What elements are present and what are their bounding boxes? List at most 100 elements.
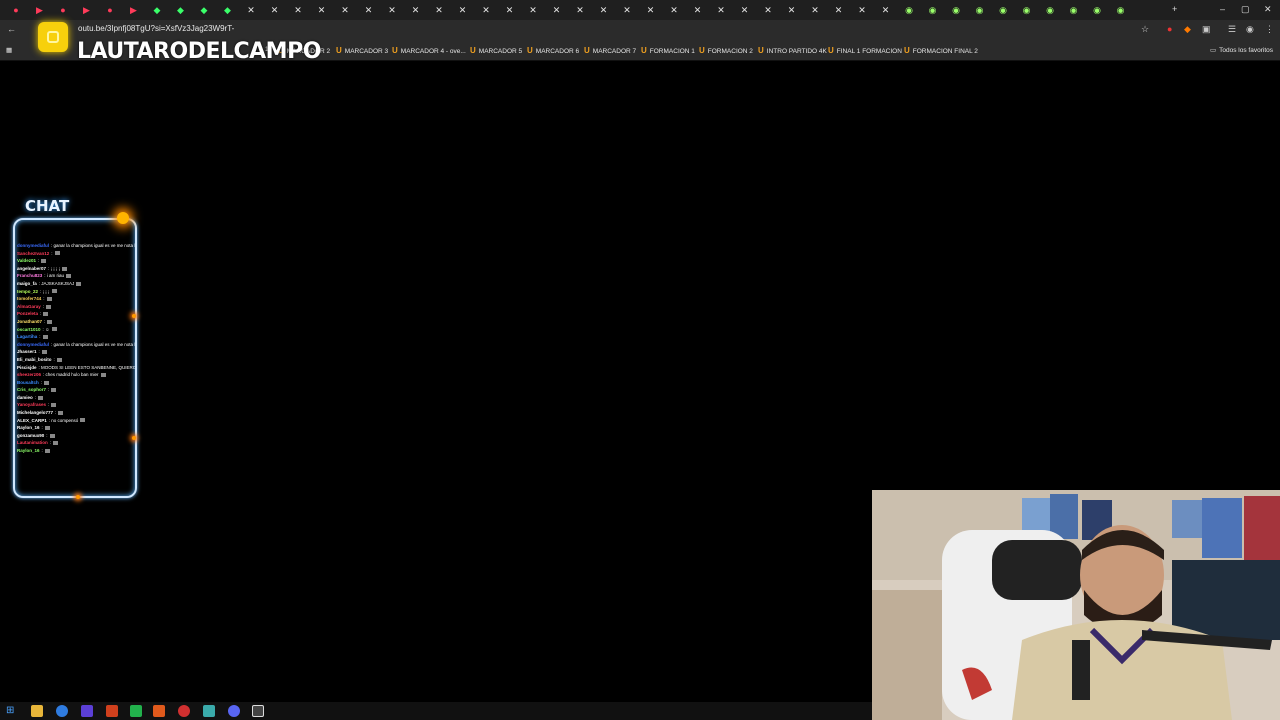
all-bookmarks-link[interactable]: ▭ Todos los favoritos <box>1210 46 1273 54</box>
tab-favicon[interactable]: ✕ <box>433 4 445 16</box>
new-tab-button[interactable]: + <box>1172 4 1177 14</box>
bookmark-item[interactable]: U INTRO PARTIDO 4K <box>758 46 827 55</box>
bookmark-item[interactable]: U MARCADOR 4 - ove... <box>392 46 466 55</box>
tab-favicon[interactable]: ◉ <box>950 4 962 16</box>
tab-favicon[interactable]: ◆ <box>175 4 187 16</box>
app-icon-4[interactable] <box>153 705 165 717</box>
tab-favicon[interactable]: ✕ <box>245 4 257 16</box>
tab-favicon[interactable]: ✕ <box>316 4 328 16</box>
bookmark-item[interactable]: U MARCADOR 6 <box>527 46 579 55</box>
chat-message: Franchu823: i am riau <box>17 272 135 280</box>
tab-favicon[interactable]: ◉ <box>903 4 915 16</box>
tab-favicon[interactable]: ✕ <box>574 4 586 16</box>
chat-message: Lagartiha: <box>17 333 135 341</box>
app-icon-6[interactable] <box>203 705 215 717</box>
all-bookmarks-label: Todos los favoritos <box>1219 47 1273 54</box>
tab-favicon[interactable]: ✕ <box>715 4 727 16</box>
tab-favicon[interactable]: ◉ <box>1021 4 1033 16</box>
url-field[interactable]: outu.be/3Ipnfj08TgU?si=XsfVz3Jag23W9rT- <box>78 24 234 33</box>
more-menu-icon[interactable]: ⋮ <box>1265 24 1274 35</box>
app-icon-3[interactable] <box>130 705 142 717</box>
tab-favicon[interactable]: ✕ <box>880 4 892 16</box>
app-icon-5[interactable] <box>178 705 190 717</box>
taskbar: ⊞ <box>0 702 872 720</box>
tab-favicon[interactable]: ✕ <box>621 4 633 16</box>
obs-icon[interactable] <box>252 705 264 717</box>
chat-message: Valdez01: <box>17 257 135 265</box>
start-icon[interactable]: ⊞ <box>6 705 18 717</box>
tab-favicon[interactable]: ✕ <box>504 4 516 16</box>
tab-favicon[interactable]: ◆ <box>222 4 234 16</box>
tab-favicon[interactable]: ✕ <box>739 4 751 16</box>
tab-favicon[interactable]: ✕ <box>668 4 680 16</box>
bookmark-label: INTRO PARTIDO 4K <box>766 48 827 55</box>
tab-favicon[interactable]: ✕ <box>833 4 845 16</box>
profile-menu-icon[interactable]: ☰ <box>1228 24 1236 35</box>
tab-favicon[interactable]: ◉ <box>927 4 939 16</box>
bookmark-label: FORMACION FINAL 2 <box>912 48 978 55</box>
avatar[interactable]: ◉ <box>1246 24 1254 35</box>
maximize-button[interactable]: ▢ <box>1241 4 1250 15</box>
tab-favicon[interactable]: ✕ <box>856 4 868 16</box>
tab-favicon[interactable]: ● <box>57 4 69 16</box>
bookmark-item[interactable]: U FORMACION FINAL 2 <box>904 46 978 55</box>
bookmark-item[interactable]: U MARCADOR 7 <box>584 46 636 55</box>
bookmark-item[interactable]: U MARCADOR 3 <box>336 46 388 55</box>
bookmark-item[interactable]: U MARCADOR 5 <box>470 46 522 55</box>
chat-username: SanchezIvan12 <box>17 250 50 256</box>
tab-favicon[interactable]: ✕ <box>410 4 422 16</box>
extensions-puzzle-icon[interactable]: ▣ <box>1202 24 1211 35</box>
tab-favicon[interactable]: ✕ <box>786 4 798 16</box>
back-icon[interactable]: ← <box>7 24 16 34</box>
tab-favicon[interactable]: ✕ <box>527 4 539 16</box>
bookmark-item[interactable]: U FORMACION 2 <box>699 46 753 55</box>
apps-grid-icon[interactable]: ▦ <box>6 46 12 54</box>
extension-icon[interactable]: ● <box>1167 24 1172 34</box>
tab-favicon[interactable]: ✕ <box>292 4 304 16</box>
emote-icon <box>44 448 50 453</box>
bookmark-icon: U <box>392 46 398 55</box>
tab-favicon[interactable]: ✕ <box>809 4 821 16</box>
extension-icon-2[interactable]: ◆ <box>1184 24 1191 35</box>
tab-favicon[interactable]: ◉ <box>1068 4 1080 16</box>
tab-favicon[interactable]: ◉ <box>974 4 986 16</box>
chat-message: oscart1010: ☺ <box>17 326 135 334</box>
file-explorer-icon[interactable] <box>31 705 43 717</box>
tab-favicon[interactable]: ◉ <box>1091 4 1103 16</box>
tab-favicon[interactable]: ▶ <box>34 4 46 16</box>
star-icon[interactable]: ☆ <box>1141 24 1149 35</box>
tab-favicon[interactable]: ✕ <box>480 4 492 16</box>
tab-favicon[interactable]: ✕ <box>551 4 563 16</box>
chat-message: angelnaber07: ¡ ¡ ¡ ¡ <box>17 265 135 273</box>
tab-favicon[interactable]: ▶ <box>128 4 140 16</box>
tab-favicon[interactable]: ◉ <box>1115 4 1127 16</box>
app-icon[interactable] <box>81 705 93 717</box>
tab-favicon[interactable]: ✕ <box>692 4 704 16</box>
tab-favicon[interactable]: ✕ <box>386 4 398 16</box>
tab-favicon[interactable]: ◉ <box>1044 4 1056 16</box>
tab-favicon[interactable]: ▶ <box>81 4 93 16</box>
minimize-button[interactable]: – <box>1220 4 1225 14</box>
bookmark-item[interactable]: U FINAL 1 FORMACION <box>828 46 902 55</box>
bookmark-item[interactable]: U FORMACION 1 <box>641 46 695 55</box>
tab-favicon[interactable]: ✕ <box>269 4 281 16</box>
tab-favicon[interactable]: ◉ <box>997 4 1009 16</box>
tab-favicon[interactable]: ● <box>10 4 22 16</box>
tab-favicon[interactable]: ✕ <box>645 4 657 16</box>
chat-message: Bousaltch: <box>17 379 135 387</box>
tab-favicon[interactable]: ◆ <box>198 4 210 16</box>
chat-username: Ponzeleta <box>17 311 39 317</box>
chrome-icon[interactable] <box>56 705 68 717</box>
tab-favicon[interactable]: ● <box>104 4 116 16</box>
tab-favicon[interactable]: ◆ <box>151 4 163 16</box>
tab-favicon[interactable]: ✕ <box>339 4 351 16</box>
tab-favicon[interactable]: ✕ <box>457 4 469 16</box>
close-window-button[interactable]: ✕ <box>1264 4 1272 15</box>
tab-favicon[interactable]: ✕ <box>762 4 774 16</box>
discord-icon[interactable] <box>228 705 240 717</box>
tab-favicon[interactable]: ✕ <box>598 4 610 16</box>
tab-favicon[interactable]: ✕ <box>363 4 375 16</box>
chat-username: Franchu823 <box>17 273 43 279</box>
app-icon-2[interactable] <box>106 705 118 717</box>
chat-username: Michelangelo777 <box>17 410 54 416</box>
